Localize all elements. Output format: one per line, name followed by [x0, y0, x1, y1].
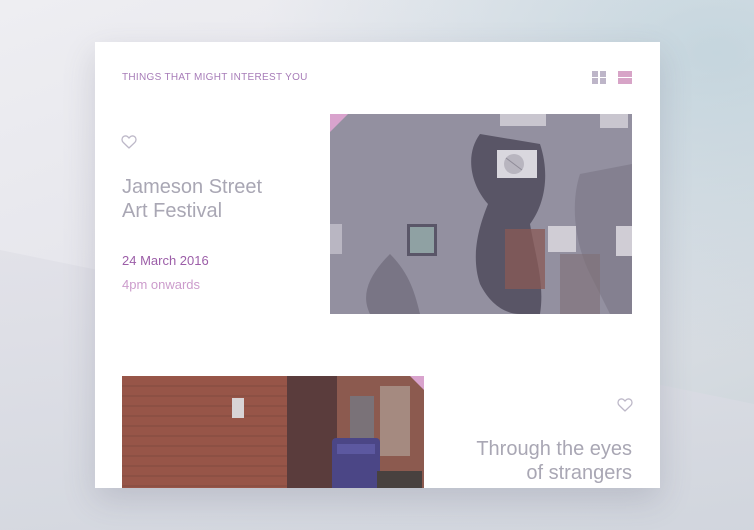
- events-card: THINGS THAT MIGHT INTEREST YOU Jameson S…: [95, 42, 660, 488]
- event-title-line: of strangers: [526, 462, 632, 484]
- grid-cell: [592, 71, 598, 77]
- list-view-button[interactable]: [618, 71, 632, 84]
- event-title[interactable]: Jameson Street Art Festival: [122, 175, 322, 223]
- heart-outline-icon[interactable]: [617, 398, 633, 412]
- corner-tag: [330, 114, 348, 132]
- grid-cell: [600, 78, 606, 84]
- event-date: 24 March 2016: [122, 253, 209, 268]
- event-title-line: Jameson Street: [122, 176, 263, 198]
- event-time: 4pm onwards: [122, 277, 201, 292]
- grid-cell: [592, 78, 598, 84]
- event-title[interactable]: Through the eyes of strangers: [412, 437, 632, 485]
- grid-view-button[interactable]: [592, 71, 606, 84]
- list-bar: [618, 71, 632, 77]
- event-image[interactable]: [330, 114, 632, 314]
- event-title-line: Through the eyes: [476, 438, 632, 460]
- section-title: THINGS THAT MIGHT INTEREST YOU: [122, 72, 308, 83]
- event-title-line: Art Festival: [122, 200, 223, 222]
- grid-cell: [600, 71, 606, 77]
- corner-tag: [410, 376, 424, 390]
- event-image[interactable]: [122, 376, 424, 488]
- list-bar: [618, 78, 632, 84]
- heart-outline-icon[interactable]: [121, 135, 137, 149]
